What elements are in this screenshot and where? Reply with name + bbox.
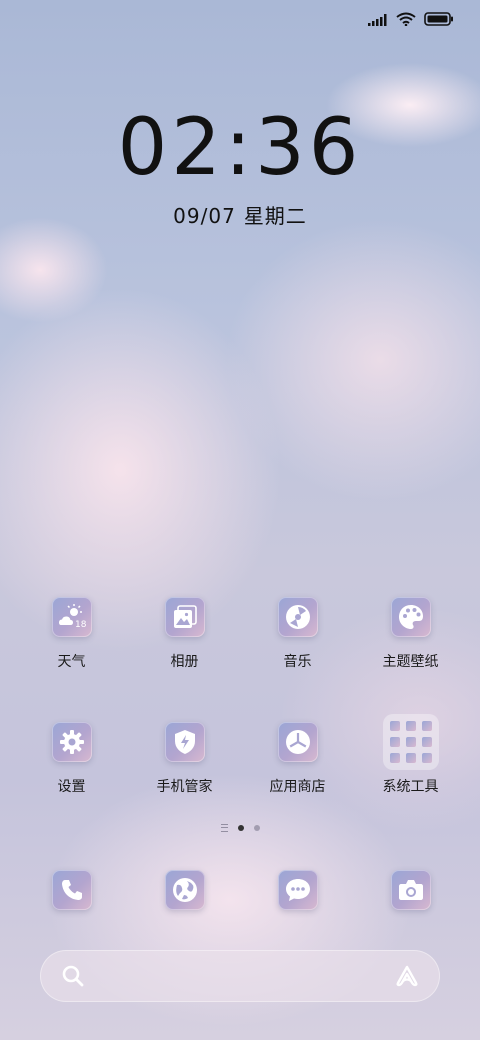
dock-messages[interactable] [241,870,354,910]
app-themes[interactable]: 主题壁纸 [354,597,467,671]
app-grid-row-1: 18° 天气 相册 音乐 主题壁纸 [0,597,480,671]
app-label: 手机管家 [156,779,213,795]
clock-separator: : [224,103,256,193]
page-dot-1[interactable] [220,824,228,832]
dock-browser[interactable] [128,870,241,910]
app-settings[interactable]: 设置 [15,722,128,796]
assistant-icon[interactable] [394,965,420,991]
date-display[interactable]: 09/07 星期二 [0,200,480,229]
gear-icon [51,722,92,762]
app-label: 相册 [170,654,199,670]
app-music[interactable]: 音乐 [241,597,354,671]
app-label: 设置 [57,779,86,795]
page-dot-3[interactable] [253,825,260,831]
battery-icon [424,11,454,30]
app-label: 系统工具 [382,779,439,795]
signal-icon [368,11,388,30]
weather-temperature: 18° [75,620,87,630]
browser-icon [164,870,205,910]
dock [0,870,480,910]
messages-icon [277,870,318,910]
app-grid-row-2: 设置 手机管家 应用商店 系统工具 [0,714,480,796]
app-security[interactable]: 手机管家 [128,722,241,796]
folder-system-tools[interactable]: 系统工具 [354,714,467,796]
lockscreen-clock[interactable]: 02:36 [0,100,480,196]
music-icon [277,597,318,637]
clock-hours: 02 [117,103,225,193]
dock-camera[interactable] [354,870,467,910]
status-bar [368,10,454,30]
page-dot-2[interactable] [237,825,244,831]
shield-icon [164,722,205,762]
weekday-text: 星期二 [243,204,307,228]
phone-icon [51,870,92,910]
app-weather[interactable]: 18° 天气 [15,597,128,671]
wifi-icon [396,11,416,30]
gallery-icon [164,597,205,637]
page-indicator[interactable] [0,824,480,832]
app-label: 主题壁纸 [382,654,439,670]
app-label: 天气 [57,654,86,670]
search-bar[interactable] [40,950,440,1002]
date-text: 09/07 [173,204,236,228]
app-gallery[interactable]: 相册 [128,597,241,671]
clock-minutes: 36 [255,103,363,193]
weather-icon: 18° [51,597,92,637]
app-label: 音乐 [283,654,312,670]
search-icon[interactable] [62,965,84,991]
app-label: 应用商店 [269,779,326,795]
palette-icon [390,597,431,637]
camera-icon [390,870,431,910]
app-store[interactable]: 应用商店 [241,722,354,796]
app-store-icon [277,722,318,762]
folder-icon [382,714,439,770]
dock-phone[interactable] [15,870,128,910]
